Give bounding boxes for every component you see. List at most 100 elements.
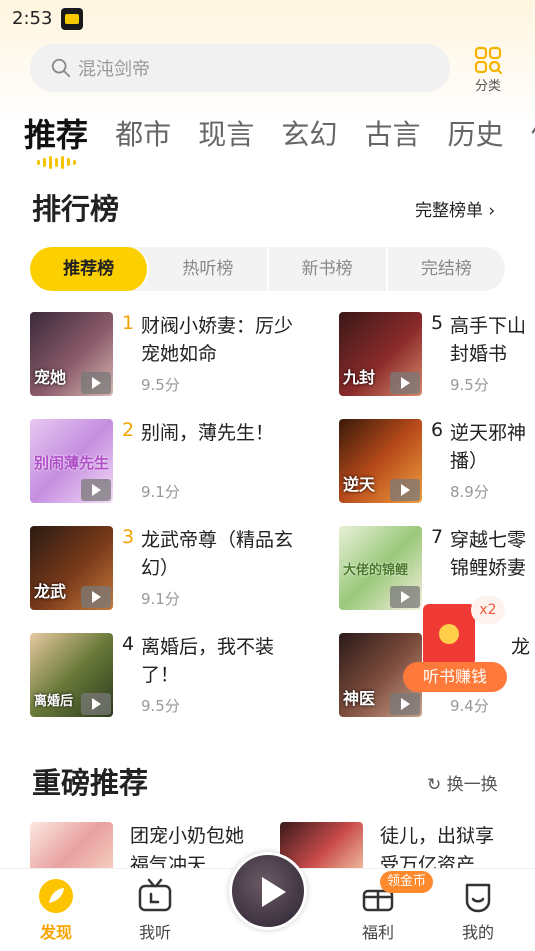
book-score: 9.5分 bbox=[450, 376, 489, 394]
refresh-icon: ↻ bbox=[427, 775, 447, 795]
filter-recommend[interactable]: 推荐榜 bbox=[30, 247, 150, 291]
filter-hot[interactable]: 热听榜 bbox=[149, 247, 269, 291]
book-score: 9.1分 bbox=[141, 590, 180, 608]
ranking-section-title: 排行榜 bbox=[32, 192, 120, 226]
play-icon bbox=[390, 372, 420, 394]
cover-text: 逆天 bbox=[343, 475, 376, 494]
search-icon bbox=[51, 58, 71, 78]
play-icon bbox=[81, 372, 111, 394]
rank-number: 7 bbox=[431, 526, 444, 548]
play-icon bbox=[81, 586, 111, 608]
cover-text: 神医 bbox=[343, 689, 376, 708]
tab-fantasy[interactable]: 玄幻 bbox=[281, 112, 337, 158]
book-title: 逆天邪神播） bbox=[450, 422, 527, 472]
play-icon bbox=[262, 877, 286, 907]
tab-history[interactable]: 历史 bbox=[448, 112, 504, 158]
rank-number: 1 bbox=[122, 312, 135, 334]
book-cover: 九封 bbox=[339, 312, 422, 396]
search-placeholder: 混沌剑帝 bbox=[78, 59, 150, 80]
ranking-item[interactable]: 逆天 6 逆天邪神播） 8.9分 bbox=[339, 419, 535, 509]
full-ranking-label: 完整榜单 bbox=[415, 201, 483, 221]
tv-listen-icon bbox=[138, 878, 172, 912]
discover-icon bbox=[39, 879, 73, 913]
tab-ancient-romance[interactable]: 古言 bbox=[364, 112, 420, 158]
play-icon bbox=[390, 479, 420, 501]
rank-number: 5 bbox=[431, 312, 444, 334]
book-score: 8.9分 bbox=[450, 483, 489, 501]
book-title: 高手下山封婚书 bbox=[450, 315, 527, 365]
book-cover: 逆天 bbox=[339, 419, 422, 503]
cover-text: 龙武 bbox=[34, 582, 67, 601]
change-batch-label: 换一换 bbox=[446, 775, 498, 795]
grid-category-icon bbox=[474, 46, 502, 74]
recommend-item[interactable]: 团宠小奶包她福气冲天 bbox=[30, 822, 260, 876]
book-score: 9.5分 bbox=[141, 376, 180, 394]
profile-icon bbox=[465, 883, 491, 913]
search-bar[interactable]: 混沌剑帝 bbox=[30, 44, 450, 92]
tab-recommend[interactable]: 推荐 bbox=[24, 112, 88, 158]
tab-xianxia[interactable]: 仙 bbox=[531, 112, 535, 158]
tab-urban[interactable]: 都市 bbox=[115, 112, 171, 158]
nav-profile[interactable]: 我的 bbox=[448, 877, 508, 943]
play-icon bbox=[390, 693, 420, 715]
book-title: 穿越七零锦鲤娇妻 bbox=[450, 529, 527, 579]
filter-finished[interactable]: 完结榜 bbox=[388, 247, 505, 291]
ranking-item[interactable]: 离婚后 4 离婚后，我不装了！ 9.5分 bbox=[30, 633, 280, 723]
filter-new[interactable]: 新书榜 bbox=[269, 247, 388, 291]
cover-text: 别闹薄先生 bbox=[34, 454, 110, 472]
cover-text: 大佬的锦鲤 bbox=[343, 563, 409, 578]
nav-discover[interactable]: 发现 bbox=[26, 877, 86, 943]
recommend-item[interactable]: 徒儿，出狱享受万亿资产 bbox=[280, 822, 520, 876]
book-cover: 离婚后 bbox=[30, 633, 113, 717]
nav-label: 我的 bbox=[461, 923, 494, 942]
ranking-item[interactable]: 九封 5 高手下山封婚书 9.5分 bbox=[339, 312, 535, 402]
listen-earn-widget[interactable]: x2 听书赚钱 bbox=[403, 596, 507, 696]
nav-label: 福利 bbox=[361, 923, 394, 942]
book-score: 9.5分 bbox=[141, 697, 180, 715]
book-title: 龙 bbox=[511, 636, 531, 658]
book-score: 9.4分 bbox=[450, 697, 489, 715]
coin-icon bbox=[439, 624, 459, 644]
now-playing-button[interactable] bbox=[229, 852, 307, 930]
recommend-section-title: 重磅推荐 bbox=[32, 766, 149, 800]
ranking-item[interactable]: 龙武 3 龙武帝尊（精品玄幻） 9.1分 bbox=[30, 526, 293, 616]
ranking-item[interactable]: 宠她 1 财阀小娇妻：厉少宠她如命 9.5分 bbox=[30, 312, 293, 402]
full-ranking-link[interactable]: 完整榜单 › bbox=[415, 196, 495, 221]
rank-number: 3 bbox=[122, 526, 135, 548]
cover-text: 九封 bbox=[343, 368, 376, 387]
chevron-right-icon: › bbox=[483, 201, 496, 221]
ranking-filter-tabs: 推荐榜 热听榜 新书榜 完结榜 bbox=[30, 247, 505, 291]
book-cover: 别闹薄先生 bbox=[30, 419, 113, 503]
book-title: 龙武帝尊（精品玄幻） bbox=[141, 529, 294, 579]
app-notification-icon bbox=[61, 8, 83, 30]
rank-number: 4 bbox=[122, 633, 135, 655]
book-title: 离婚后，我不装了！ bbox=[141, 636, 275, 686]
rank-number: 6 bbox=[431, 419, 444, 441]
ranking-item[interactable]: 别闹薄先生 2 别闹，薄先生！ 9.1分 bbox=[30, 419, 280, 509]
book-score: 9.1分 bbox=[141, 483, 180, 501]
listen-earn-label: 听书赚钱 bbox=[403, 662, 507, 692]
category-button[interactable]: 分类 bbox=[466, 46, 510, 94]
active-tab-wave-indicator bbox=[37, 155, 76, 169]
channel-tabs: 推荐 都市 现言 玄幻 古言 历史 仙 bbox=[24, 112, 535, 160]
multiplier-badge: x2 bbox=[471, 596, 505, 624]
nav-listen[interactable]: 我听 bbox=[125, 877, 185, 943]
book-cover bbox=[30, 822, 113, 872]
book-title: 别闹，薄先生！ bbox=[141, 422, 275, 444]
play-icon bbox=[81, 693, 111, 715]
play-icon bbox=[81, 479, 111, 501]
nav-label: 我听 bbox=[138, 923, 171, 942]
tab-modern-romance[interactable]: 现言 bbox=[198, 112, 254, 158]
cover-text: 宠她 bbox=[34, 368, 67, 387]
status-time: 2:53 bbox=[12, 8, 53, 29]
change-batch-button[interactable]: ↻ 换一换 bbox=[427, 770, 498, 795]
book-cover: 龙武 bbox=[30, 526, 113, 610]
nav-label: 发现 bbox=[39, 923, 72, 942]
welfare-coin-badge: 领金币 bbox=[380, 871, 434, 893]
book-title: 财阀小娇妻：厉少宠她如命 bbox=[141, 315, 294, 365]
book-cover: 宠她 bbox=[30, 312, 113, 396]
category-label: 分类 bbox=[474, 79, 501, 94]
cover-text: 离婚后 bbox=[34, 694, 74, 709]
status-bar: 2:53 bbox=[0, 0, 535, 38]
rank-number: 2 bbox=[122, 419, 135, 441]
